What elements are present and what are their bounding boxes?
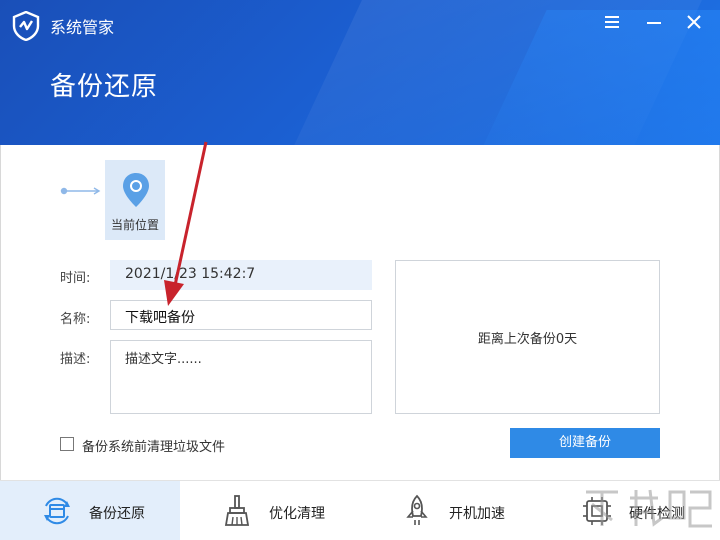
backup-restore-icon [44,497,70,525]
annotation-arrow-icon [164,141,208,306]
nav-boot-accelerate[interactable]: 开机加速 [360,481,540,540]
close-icon[interactable] [684,12,704,32]
rocket-icon [406,494,428,525]
create-backup-button[interactable]: 创建备份 [510,428,660,458]
nav-backup-restore[interactable]: 备份还原 [0,481,180,540]
time-label: 时间: [60,271,91,286]
nav-optimize-clean[interactable]: 优化清理 [180,481,360,540]
broom-icon [224,495,250,526]
clean-junk-label[interactable]: 备份系统前清理垃圾文件 [82,436,225,455]
path-connector-icon [60,187,101,195]
clean-junk-checkbox[interactable] [60,437,74,451]
app-title: 系统管家 [50,18,115,37]
nav-label: 开机加速 [449,506,505,522]
nav-label: 优化清理 [269,506,325,522]
last-backup-info: 距离上次备份0天 [395,260,660,414]
menu-icon[interactable] [602,12,622,32]
name-label: 名称: [60,312,91,327]
minimize-icon[interactable] [644,12,664,32]
location-pin-icon [123,173,149,207]
watermark-logo [586,489,712,528]
description-input[interactable]: 描述文字...... [110,340,372,414]
page-title: 备份还原 [50,72,159,102]
last-backup-text: 距离上次备份0天 [477,331,578,347]
shield-logo-icon [12,11,40,41]
header-banner: 系统管家 备份还原 [0,0,720,145]
description-label: 描述: [60,352,91,367]
nav-label: 备份还原 [89,506,145,522]
